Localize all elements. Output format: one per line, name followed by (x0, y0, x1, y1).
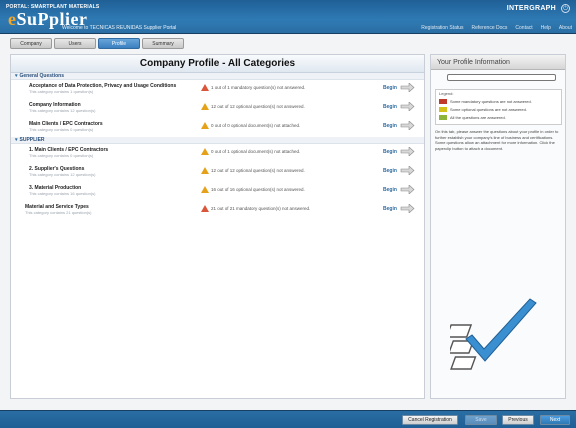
category-status: 1 out of 1 mandatory question(s) not ans… (211, 85, 306, 90)
category-row: 2. Supplier's Questions This category co… (11, 163, 424, 182)
category-status: 0 out of 1 optional document(s) not atta… (211, 149, 301, 154)
arrow-right-icon[interactable] (400, 102, 415, 111)
tab-users[interactable]: Users (54, 38, 96, 49)
warning-icon (201, 84, 209, 91)
category-status: 0 out of 0 optional document(s) not atta… (211, 123, 301, 128)
arrow-right-icon[interactable] (400, 166, 415, 175)
arrow-right-icon[interactable] (400, 147, 415, 156)
category-status: 12 out of 12 optional question(s) not an… (211, 168, 305, 173)
begin-link[interactable]: Begin (383, 104, 397, 110)
category-subtitle: This category contains 1 question(s) (29, 89, 94, 94)
arrow-right-icon[interactable] (400, 185, 415, 194)
nav-contact[interactable]: Contact (515, 25, 532, 31)
category-row: Main Clients / EPC Contractors This cate… (11, 118, 424, 137)
category-row: 1. Main Clients / EPC Contractors This c… (11, 144, 424, 163)
checklist-icon (450, 298, 537, 370)
nav-help[interactable]: Help (541, 25, 551, 31)
begin-link[interactable]: Begin (383, 123, 397, 129)
arrow-right-icon[interactable] (400, 121, 415, 130)
category-row: Material and Service Types This category… (11, 201, 424, 220)
category-subtitle: This category contains 0 question(s) (29, 153, 94, 158)
category-subtitle: This category contains 0 question(s) (29, 127, 94, 132)
arrow-right-icon[interactable] (400, 204, 415, 213)
nav-registration-status[interactable]: Registration Status (421, 25, 463, 31)
legend-item: Some mandatory questions are not answere… (439, 99, 532, 104)
category-row: 3. Material Production This category con… (11, 182, 424, 201)
help-paragraph: On this tab, please answer the questions… (435, 129, 559, 151)
legend-item: All the questions are answered. (439, 115, 506, 120)
profile-progress-bar (447, 74, 556, 81)
save-button[interactable]: Save (465, 415, 497, 425)
begin-link[interactable]: Begin (383, 85, 397, 91)
begin-link[interactable]: Begin (383, 168, 397, 174)
arrow-right-icon[interactable] (400, 83, 415, 92)
category-status: 16 out of 16 optional question(s) not an… (211, 187, 305, 192)
category-subtitle: This category contains 12 question(s) (29, 172, 96, 177)
warning-icon (201, 148, 209, 155)
warning-icon (201, 167, 209, 174)
profile-panel: Company Profile - All Categories ▾ Genera… (10, 54, 425, 399)
tab-company[interactable]: Company (10, 38, 52, 49)
header-bar: PORTAL: SMARTPLANT MATERIALS eSuPplier W… (0, 0, 576, 34)
previous-button[interactable]: Previous (502, 415, 534, 425)
legend-title: Legend: (439, 91, 454, 96)
category-row: Company Information This category contai… (11, 99, 424, 118)
intergraph-logo: INTERGRAPH (506, 5, 556, 12)
nav-reference-docs[interactable]: Reference Docs (472, 25, 508, 31)
warning-icon (201, 186, 209, 193)
warning-icon (201, 103, 209, 110)
sidebar-title: Your Profile Information (431, 55, 565, 70)
begin-link[interactable]: Begin (383, 149, 397, 155)
tab-summary[interactable]: Summary (142, 38, 184, 49)
yellow-swatch-icon (439, 107, 447, 112)
legend-item: Some optional questions are not answered… (439, 107, 527, 112)
next-button[interactable]: Next (540, 415, 570, 425)
warning-icon (201, 122, 209, 129)
section-supplier[interactable]: ▾ SUPPLIER (11, 137, 424, 144)
red-swatch-icon (439, 99, 447, 104)
wizard-tabs: Company Users Profile Summary (10, 38, 184, 50)
category-row: Acceptance of Data Protection, Privacy a… (11, 80, 424, 99)
power-icon[interactable]: ⏻ (561, 4, 570, 13)
page-title: Company Profile - All Categories (11, 55, 424, 73)
nav-about[interactable]: About (559, 25, 572, 31)
collapse-icon: ▾ (15, 73, 18, 79)
collapse-icon: ▾ (15, 137, 18, 143)
category-subtitle: This category contains 12 question(s) (29, 108, 96, 113)
section-general-questions[interactable]: ▾ General Questions (11, 73, 424, 80)
legend-box: Legend: Some mandatory questions are not… (435, 89, 562, 125)
top-nav: Registration Status Reference Docs Conta… (421, 25, 572, 31)
begin-link[interactable]: Begin (383, 187, 397, 193)
warning-icon (201, 205, 209, 212)
category-status: 12 out of 12 optional question(s) not an… (211, 104, 305, 109)
category-status: 21 out of 21 mandatory question(s) not a… (211, 206, 311, 211)
tab-profile[interactable]: Profile (98, 38, 140, 49)
category-subtitle: This category contains 21 question(s) (25, 210, 92, 215)
begin-link[interactable]: Begin (383, 206, 397, 212)
cancel-registration-button[interactable]: Cancel Registration (402, 415, 458, 425)
category-subtitle: This category contains 16 question(s) (29, 191, 96, 196)
green-swatch-icon (439, 115, 447, 120)
welcome-text: Welcome to TECNICAS REUNIDAS Supplier Po… (62, 25, 177, 31)
